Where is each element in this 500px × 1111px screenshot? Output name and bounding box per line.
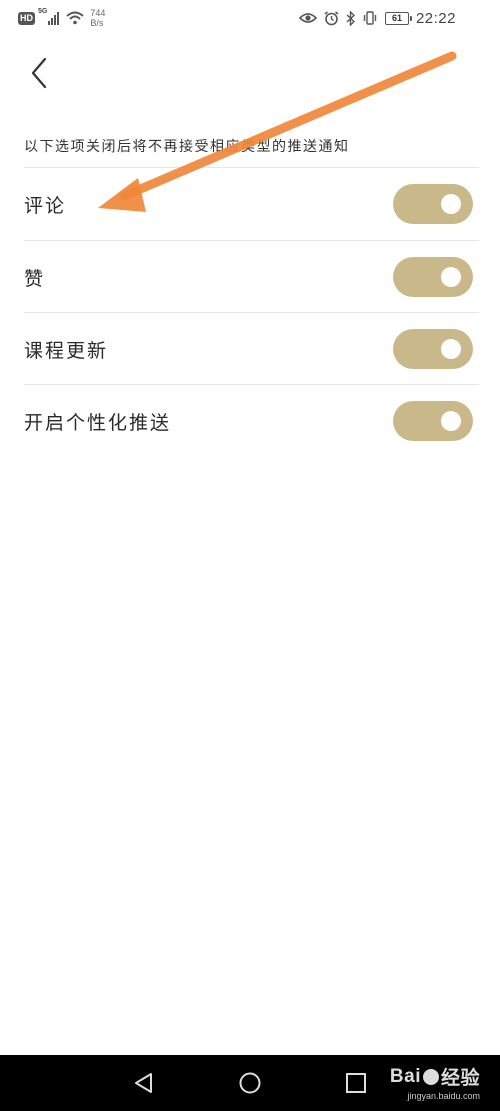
battery-icon: 61 [384, 11, 412, 25]
speed-value: 744 [90, 8, 106, 18]
status-bar: HD 5G 744 B/s 61 22:22 [0, 0, 500, 36]
clock: 22:22 [415, 9, 456, 27]
vibrate-icon [363, 11, 377, 25]
speed-unit: B/s [90, 18, 104, 28]
personalized-push-toggle[interactable] [393, 401, 473, 441]
paw-icon [422, 1068, 439, 1085]
network-speed: 744 B/s [90, 8, 105, 28]
setting-label: 开启个性化推送 [24, 411, 172, 434]
alarm-icon [324, 10, 339, 25]
setting-row-personalized-push: 开启个性化推送 [0, 385, 500, 457]
hd-badge: HD [18, 11, 35, 25]
toggle-knob [441, 194, 461, 214]
watermark-logo: Bai 经验 [390, 1063, 480, 1090]
nav-recents-button[interactable] [344, 1071, 368, 1095]
comments-toggle[interactable] [393, 184, 473, 224]
recents-square-icon [346, 1073, 366, 1093]
watermark-url: jingyan.baidu.com [407, 1091, 480, 1101]
nav-home-button[interactable] [238, 1071, 262, 1095]
setting-label: 课程更新 [24, 339, 109, 362]
toggle-knob [441, 267, 461, 287]
back-triangle-icon [135, 1073, 152, 1093]
setting-label: 评论 [24, 194, 67, 217]
watermark-brand-right: 经验 [440, 1068, 480, 1089]
status-right: 61 22:22 [298, 8, 456, 28]
setting-row-comments: 评论 [0, 168, 500, 240]
back-button[interactable] [26, 55, 54, 91]
home-circle-icon [239, 1072, 261, 1094]
setting-row-course-updates: 课程更新 [0, 313, 500, 385]
eye-icon [298, 13, 317, 23]
setting-row-likes: 赞 [0, 241, 500, 313]
navigation-bar: Bai 经验 jingyan.baidu.com [0, 1055, 500, 1111]
network-type: 5G [38, 8, 48, 15]
likes-toggle[interactable] [393, 257, 473, 297]
wifi-icon [66, 11, 85, 25]
nav-back-button[interactable] [132, 1071, 156, 1095]
toggle-knob [441, 339, 461, 359]
settings-description: 以下选项关闭后将不再接受相应类型的推送通知 [24, 139, 350, 155]
bluetooth-icon [346, 10, 355, 26]
status-left: HD 5G 744 B/s [18, 8, 105, 28]
setting-label: 赞 [24, 267, 46, 290]
course-updates-toggle[interactable] [393, 329, 473, 369]
toggle-knob [441, 411, 461, 431]
watermark-brand-left: Bai [389, 1065, 421, 1087]
baidu-jingyan-watermark: Bai 经验 jingyan.baidu.com [390, 1063, 480, 1102]
signal-icon [48, 11, 60, 25]
chevron-left-icon [31, 57, 47, 89]
